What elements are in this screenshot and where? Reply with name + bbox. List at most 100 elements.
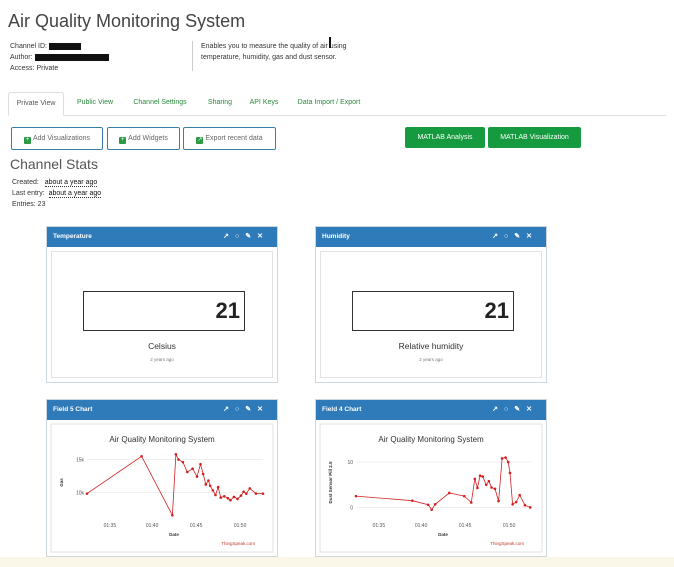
temperature-updated: 2 years ago — [150, 357, 174, 362]
data-point — [447, 491, 451, 495]
data-point — [239, 494, 243, 497]
field5-chart-widget: Field 5 Chart ↗○✎✕ Air Quality Monitorin… — [46, 399, 278, 557]
open-external-icon[interactable]: ↗ — [492, 233, 504, 240]
tab-api-keys[interactable]: API Keys — [246, 92, 282, 116]
access-label: Access: Private — [10, 65, 59, 72]
chart-title: Air Quality Monitoring System — [109, 435, 215, 444]
data-point — [199, 462, 202, 466]
humidity-widget-body: 21 Relative humidity 2 years ago — [320, 251, 542, 378]
chart-credit: ThingSpeak.com — [221, 541, 255, 546]
y-axis-label: Gas — [59, 478, 64, 487]
close-icon[interactable]: ✕ — [526, 233, 538, 240]
channel-meta: Channel ID: Author: Access: Private — [10, 41, 109, 74]
data-point — [204, 483, 208, 486]
last-entry-value: about a year ago — [48, 190, 102, 198]
edit-icon[interactable]: ✎ — [245, 233, 257, 240]
open-external-icon[interactable]: ↗ — [223, 233, 235, 240]
open-external-icon[interactable]: ↗ — [492, 406, 504, 413]
y-tick-label: 10 — [347, 460, 353, 466]
data-point — [514, 500, 518, 504]
comment-icon[interactable]: ○ — [504, 406, 514, 413]
data-point — [354, 494, 358, 498]
export-recent-data-button[interactable]: ↗ Export recent data — [183, 127, 276, 150]
data-point — [181, 460, 185, 464]
edit-icon[interactable]: ✎ — [245, 406, 257, 413]
data-point — [426, 503, 430, 507]
y-tick-label: 15k — [76, 458, 85, 464]
data-point — [484, 483, 488, 487]
tab-private-view[interactable]: Private View — [8, 92, 64, 116]
data-point — [242, 490, 245, 493]
x-tick-label: 01:45 — [190, 523, 203, 529]
created-value: about a year ago — [44, 179, 98, 187]
matlab-visualization-button[interactable]: MATLAB Visualization — [488, 127, 581, 148]
created-label: Created: — [12, 179, 39, 186]
comment-icon[interactable]: ○ — [504, 233, 514, 240]
close-icon[interactable]: ✕ — [257, 406, 269, 413]
add-visualizations-label: Add Visualizations — [32, 135, 91, 142]
y-tick-label: 10k — [76, 490, 85, 496]
x-axis-label: Date — [169, 532, 179, 537]
humidity-widget: Humidity ↗○✎✕ 21 Relative humidity 2 yea… — [315, 226, 547, 383]
data-point — [222, 494, 226, 498]
humidity-widget-header: Humidity ↗○✎✕ — [316, 227, 546, 247]
temperature-widget-header: Temperature ↗○✎✕ — [47, 227, 277, 247]
data-point — [216, 485, 220, 489]
data-point — [236, 497, 239, 501]
data-point — [476, 486, 479, 490]
data-point — [171, 513, 174, 517]
data-point — [211, 489, 215, 492]
tab-sharing[interactable]: Sharing — [200, 92, 240, 116]
data-point — [481, 475, 485, 478]
add-widgets-label: Add Widgets — [128, 135, 168, 142]
widget-controls: ↗○✎✕ — [223, 400, 269, 420]
data-point — [207, 479, 210, 482]
x-tick-label: 01:45 — [459, 523, 472, 529]
series-line — [355, 457, 531, 511]
last-entry-label: Last entry: — [12, 190, 45, 197]
temperature-widget-title: Temperature — [53, 233, 92, 240]
data-point — [528, 506, 532, 509]
data-point — [497, 499, 500, 503]
tab-public-view[interactable]: Public View — [70, 92, 120, 116]
text-cursor — [329, 37, 331, 48]
data-point — [493, 487, 497, 491]
data-point — [506, 460, 510, 464]
add-visualizations-button[interactable]: + Add Visualizations — [11, 127, 103, 150]
data-point — [490, 486, 493, 489]
export-icon: ↗ — [196, 137, 204, 144]
data-point — [411, 499, 414, 502]
export-recent-label: Export recent data — [205, 135, 263, 142]
temperature-value: 21 — [83, 291, 245, 331]
x-tick-label: 01:40 — [415, 523, 428, 529]
x-tick-label: 01:40 — [146, 523, 159, 529]
redacted-author — [34, 53, 109, 61]
data-point — [214, 493, 217, 497]
data-point — [254, 492, 258, 495]
field5-chart: Air Quality Monitoring System 10k 15k 01:35… — [50, 423, 274, 553]
field5-widget-header: Field 5 Chart ↗○✎✕ — [47, 400, 277, 420]
close-icon[interactable]: ✕ — [526, 406, 538, 413]
close-icon[interactable]: ✕ — [257, 233, 269, 240]
comment-icon[interactable]: ○ — [235, 406, 245, 413]
data-point — [462, 494, 466, 498]
data-point — [229, 498, 232, 502]
field4-chart-widget: Field 4 Chart ↗○✎✕ Air Quality Monitorin… — [315, 399, 547, 557]
field4-widget-header: Field 4 Chart ↗○✎✕ — [316, 400, 546, 420]
x-axis-label: Date — [438, 532, 448, 537]
data-point — [478, 474, 482, 477]
open-external-icon[interactable]: ↗ — [223, 406, 235, 413]
data-point — [473, 477, 477, 481]
widget-controls: ↗○✎✕ — [492, 227, 538, 247]
tab-data-import-export[interactable]: Data Import / Export — [290, 92, 368, 116]
edit-icon[interactable]: ✎ — [514, 406, 526, 413]
temperature-widget: Temperature ↗○✎✕ 21 Celsius 2 years ago — [46, 226, 278, 383]
edit-icon[interactable]: ✎ — [514, 233, 526, 240]
x-tick-label: 01:35 — [104, 523, 117, 529]
tab-channel-settings[interactable]: Channel Settings — [128, 92, 192, 116]
add-widgets-button[interactable]: + Add Widgets — [107, 127, 180, 150]
comment-icon[interactable]: ○ — [235, 233, 245, 240]
humidity-widget-title: Humidity — [322, 233, 350, 240]
data-point — [201, 472, 205, 476]
matlab-analysis-button[interactable]: MATLAB Analysis — [405, 127, 485, 148]
